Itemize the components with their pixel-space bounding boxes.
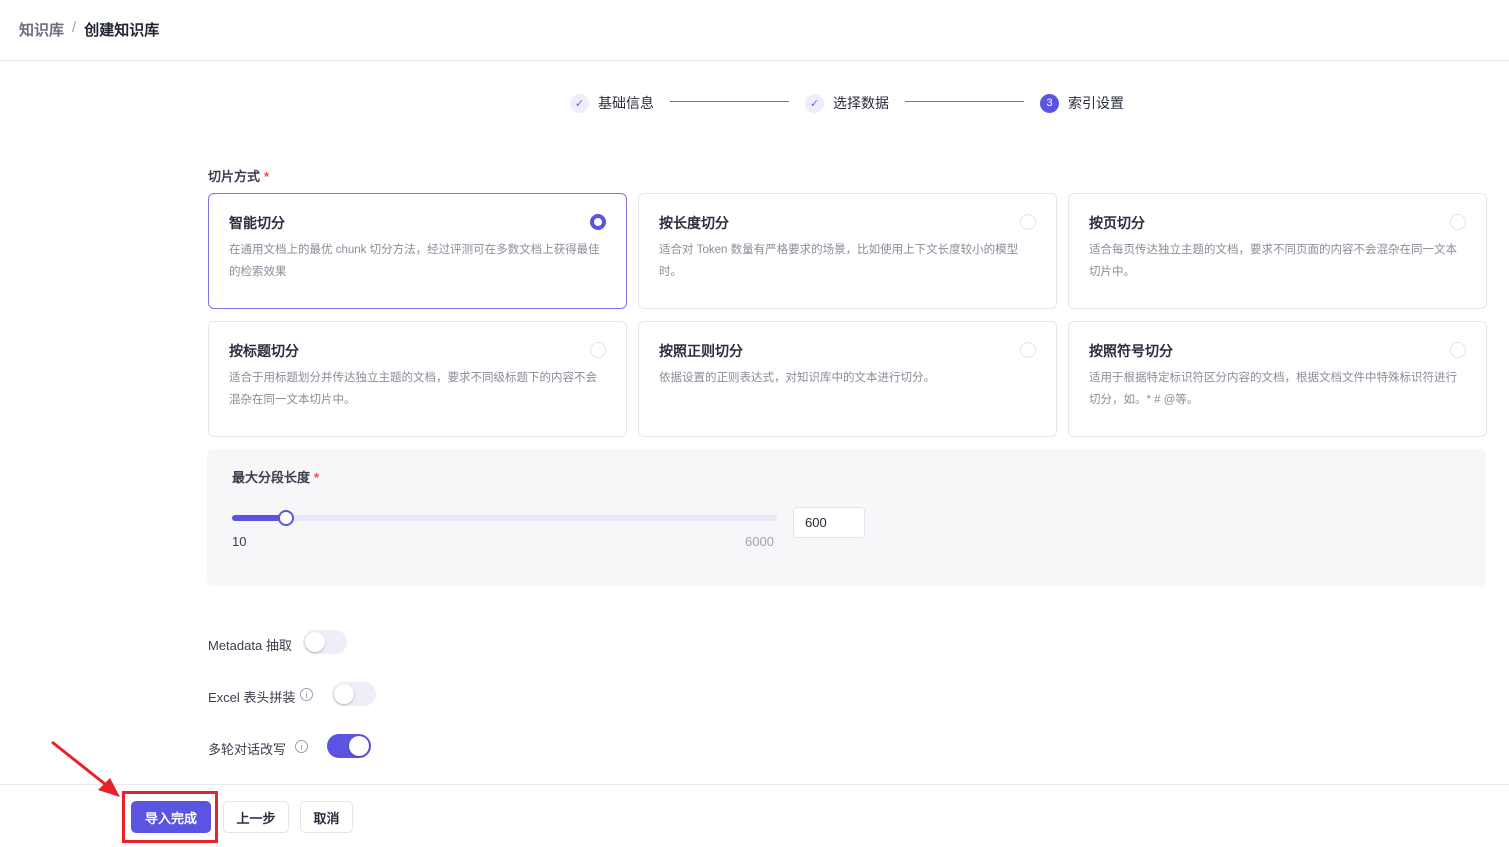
chunk-option-description: 适合每页传达独立主题的文档，要求不同页面的内容不会混杂在同一文本切片中。 <box>1089 244 1457 278</box>
radio-button[interactable] <box>1020 342 1036 358</box>
radio-button[interactable] <box>1020 214 1036 230</box>
cancel-button[interactable]: 取消 <box>300 801 353 833</box>
slider-max: 6000 <box>745 534 774 549</box>
chunk-option-card[interactable]: 按标题切分 适合于用标题划分并传达独立主题的文档，要求不同级标题下的内容不会混杂… <box>208 321 627 437</box>
step-select-data: ✓ 选择数据 <box>805 93 889 113</box>
step-label: 基础信息 <box>598 95 654 111</box>
step-number-icon: 3 <box>1040 93 1059 113</box>
slider-min: 10 <box>232 534 247 549</box>
slider-thumb[interactable] <box>277 510 294 526</box>
check-icon: ✓ <box>570 93 589 113</box>
excel-header-label: Excel 表头拼装 <box>208 690 296 705</box>
chunk-option-card[interactable]: 按长度切分 适合对 Token 数量有严格要求的场景，比如使用上下文长度较小的模… <box>638 193 1057 309</box>
excel-header-toggle[interactable] <box>332 682 376 706</box>
max-length-label: 最大分段长度 * <box>232 470 320 485</box>
chunk-option-title: 按照符号切分 <box>1089 343 1173 359</box>
radio-button[interactable] <box>1450 342 1466 358</box>
step-label: 选择数据 <box>833 95 889 111</box>
radio-button[interactable] <box>590 214 606 230</box>
multi-turn-rewrite-toggle[interactable] <box>327 734 371 758</box>
metadata-toggle[interactable] <box>303 630 347 654</box>
breadcrumb-current: 创建知识库 <box>84 22 160 39</box>
chunk-option-card[interactable]: 按照正则切分 依据设置的正则表达式，对知识库中的文本进行切分。 <box>638 321 1057 437</box>
breadcrumb-separator: / <box>72 19 77 36</box>
breadcrumb-parent[interactable]: 知识库 <box>19 19 64 40</box>
chunk-option-card[interactable]: 按页切分 适合每页传达独立主题的文档，要求不同页面的内容不会混杂在同一文本切片中… <box>1068 193 1487 309</box>
chunk-method-label: 切片方式 * <box>208 169 270 184</box>
previous-step-button[interactable]: 上一步 <box>223 801 289 833</box>
annotation-highlight-box <box>122 791 218 843</box>
chunk-option-card[interactable]: 智能切分 在通用文档上的最优 chunk 切分方法，经过评测可在多数文档上获得最… <box>208 193 627 309</box>
step-basic-info: ✓ 基础信息 <box>570 93 654 113</box>
chunk-option-title: 按长度切分 <box>659 215 729 231</box>
max-length-input[interactable]: 600 <box>793 507 865 538</box>
chunk-option-title: 按照正则切分 <box>659 343 743 359</box>
chunk-option-title: 按页切分 <box>1089 215 1145 231</box>
annotation-arrow-icon <box>51 740 120 797</box>
breadcrumb: 知识库 / 创建知识库 <box>19 19 159 40</box>
chunk-option-title: 智能切分 <box>229 215 285 231</box>
step-connector <box>905 101 1024 102</box>
slider-track[interactable] <box>232 515 777 521</box>
footer-divider <box>0 784 1509 785</box>
step-label: 索引设置 <box>1068 95 1124 111</box>
chunk-option-description: 适合于用标题划分并传达独立主题的文档，要求不同级标题下的内容不会混杂在同一文本切… <box>229 372 597 406</box>
info-icon[interactable]: i <box>300 688 313 701</box>
chunk-option-description: 适合对 Token 数量有严格要求的场景，比如使用上下文长度较小的模型时。 <box>659 244 1019 278</box>
multi-turn-rewrite-label: 多轮对话改写 <box>208 742 287 757</box>
chunk-option-card[interactable]: 按照符号切分 适用于根据特定标识符区分内容的文档，根据文档文件中特殊标识符进行切… <box>1068 321 1487 437</box>
chunk-option-title: 按标题切分 <box>229 343 299 359</box>
info-icon[interactable]: i <box>295 740 308 753</box>
chunk-option-description: 适用于根据特定标识符区分内容的文档，根据文档文件中特殊标识符进行切分，如。* #… <box>1089 372 1457 406</box>
chunk-option-description: 在通用文档上的最优 chunk 切分方法，经过评测可在多数文档上获得最佳的检索效… <box>229 244 600 278</box>
radio-button[interactable] <box>1450 214 1466 230</box>
chunk-option-description: 依据设置的正则表达式，对知识库中的文本进行切分。 <box>659 372 935 384</box>
step-index-settings: 3 索引设置 <box>1040 93 1124 113</box>
metadata-label: Metadata 抽取 <box>208 638 292 653</box>
page-header <box>0 0 1509 61</box>
step-connector <box>670 101 789 102</box>
check-icon: ✓ <box>805 93 824 113</box>
radio-button[interactable] <box>590 342 606 358</box>
